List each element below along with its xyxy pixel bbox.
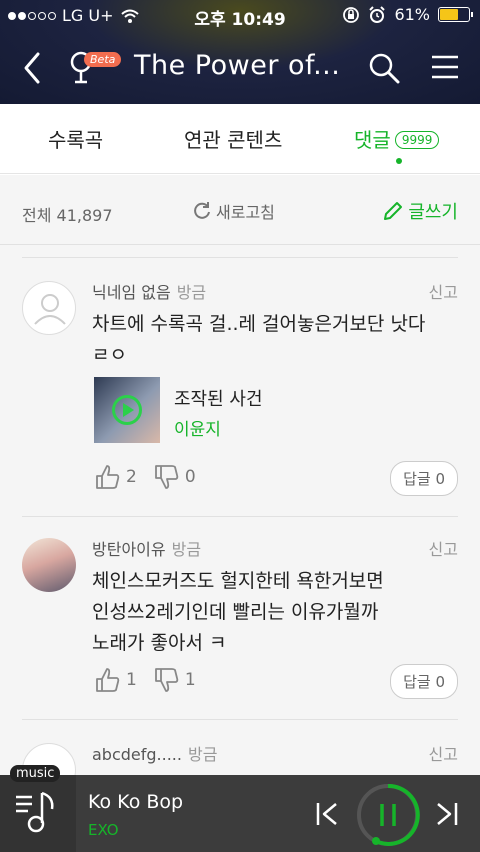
dislike-count: 1 — [184, 670, 196, 690]
dislike-icon[interactable] — [153, 463, 181, 491]
comment-line: 인성쓰2레기인데 빨리는 이유가뭘까 — [92, 601, 379, 623]
rotation-lock-icon — [343, 6, 360, 23]
song-artist: 이윤지 — [174, 420, 221, 440]
comment-author[interactable]: abcdefg..... 방금 — [92, 741, 217, 765]
previous-track-icon[interactable] — [314, 801, 340, 827]
comment-item: 방탄아이유 방금 신고 체인스모커즈도 헐지한테 욕한거보면 인성쓰2레기인데 빨… — [0, 516, 480, 721]
player-artist: EXO — [88, 821, 119, 839]
top-bar: LG U+ 오후 10:49 61% Beta The Power of... — [0, 0, 480, 104]
comment-line: 노래가 좋아서 ㅋ — [92, 632, 227, 654]
music-tag: music — [10, 765, 61, 782]
nickname: 닉네임 없음 — [92, 283, 171, 302]
back-icon[interactable] — [18, 50, 48, 86]
pencil-icon — [384, 202, 403, 220]
tab-related-content[interactable]: 연관 콘텐츠 — [184, 124, 282, 153]
dislike-icon[interactable] — [153, 666, 181, 694]
default-avatar-icon — [34, 294, 66, 325]
comment-list: 닉네임 없음 방금 신고 차트에 수록곡 걸..레 걸어놓은거보단 낫다 ㄹㅇ 조… — [0, 245, 480, 775]
report-button[interactable]: 신고 — [429, 536, 458, 560]
like-count: 1 — [126, 670, 137, 690]
playlist-button[interactable] — [0, 775, 76, 852]
comment-time: 방금 — [176, 283, 207, 302]
player-track-title: Ko Ko Bop — [88, 791, 184, 813]
app-header: Beta The Power of... — [0, 38, 480, 98]
comment-author[interactable]: 방탄아이유 방금 — [92, 536, 201, 560]
like-icon[interactable] — [94, 463, 122, 491]
nickname: abcdefg..... — [92, 745, 182, 764]
comment-line: 차트에 수록곡 걸..레 걸어놓은거보단 낫다 — [92, 313, 426, 335]
page-title: The Power of... — [134, 50, 341, 81]
active-tab-indicator — [396, 158, 402, 164]
tab-tracks[interactable]: 수록곡 — [48, 124, 103, 153]
song-title: 조작된 사건 — [174, 389, 263, 410]
comment-toolbar: 전체 41,897 새로고침 글쓰기 — [0, 175, 480, 245]
next-track-icon[interactable] — [434, 801, 460, 827]
tab-comments[interactable]: 댓글 9999 — [354, 124, 440, 153]
search-icon[interactable] — [368, 52, 400, 84]
comment-line: ㄹㅇ — [92, 344, 127, 366]
reply-button[interactable]: 답글 0 — [390, 461, 458, 496]
comment-body: 체인스모커즈도 헐지한테 욕한거보면 인성쓰2레기인데 빨리는 이유가뭘까 노래… — [92, 566, 462, 659]
status-bar: LG U+ 오후 10:49 61% — [0, 0, 480, 32]
album-thumbnail — [94, 377, 160, 443]
refresh-label: 새로고침 — [216, 203, 275, 222]
tab-comments-label: 댓글 — [354, 128, 391, 152]
like-count: 2 — [126, 467, 137, 487]
comment-count-badge: 9999 — [394, 131, 440, 149]
refresh-icon — [194, 202, 210, 219]
dislike-count: 0 — [184, 467, 196, 487]
write-comment-button[interactable]: 글쓰기 — [382, 198, 458, 224]
comment-item: abcdefg..... 방금 신고 — [0, 719, 480, 775]
pause-icon[interactable] — [356, 783, 420, 847]
beta-badge: Beta — [84, 52, 122, 67]
like-icon[interactable] — [94, 666, 122, 694]
menu-icon[interactable] — [430, 54, 460, 80]
battery-percent: 61% — [394, 5, 430, 24]
total-count: 전체 41,897 — [22, 206, 113, 225]
refresh-button[interactable]: 새로고침 — [192, 199, 275, 223]
attached-song[interactable]: 조작된 사건 이윤지 — [92, 375, 392, 445]
battery-icon — [438, 7, 473, 22]
comment-actions: 1 1 — [94, 666, 208, 694]
comment-body: 차트에 수록곡 걸..레 걸어놓은거보단 낫다 ㄹㅇ — [92, 309, 462, 371]
comment-actions: 2 0 — [94, 463, 208, 491]
avatar[interactable] — [22, 538, 76, 592]
nickname: 방탄아이유 — [92, 540, 166, 559]
playlist-music-icon — [16, 791, 54, 833]
report-button[interactable]: 신고 — [429, 741, 458, 765]
comment-line: 체인스모커즈도 헐지한테 욕한거보면 — [92, 570, 384, 592]
comment-author[interactable]: 닉네임 없음 방금 — [92, 279, 206, 303]
play-icon[interactable] — [112, 395, 142, 425]
comment-time: 방금 — [171, 540, 202, 559]
tab-bar: 수록곡 연관 콘텐츠 댓글 9999 — [0, 104, 480, 174]
comment-item: 닉네임 없음 방금 신고 차트에 수록곡 걸..레 걸어놓은거보단 낫다 ㄹㅇ 조… — [0, 257, 480, 517]
write-label: 글쓰기 — [408, 202, 458, 223]
comment-time: 방금 — [187, 745, 218, 764]
avatar[interactable] — [22, 281, 76, 335]
reply-button[interactable]: 답글 0 — [390, 664, 458, 699]
mini-player[interactable]: music Ko Ko Bop EXO — [0, 765, 480, 852]
report-button[interactable]: 신고 — [429, 279, 458, 303]
alarm-icon — [369, 5, 386, 23]
